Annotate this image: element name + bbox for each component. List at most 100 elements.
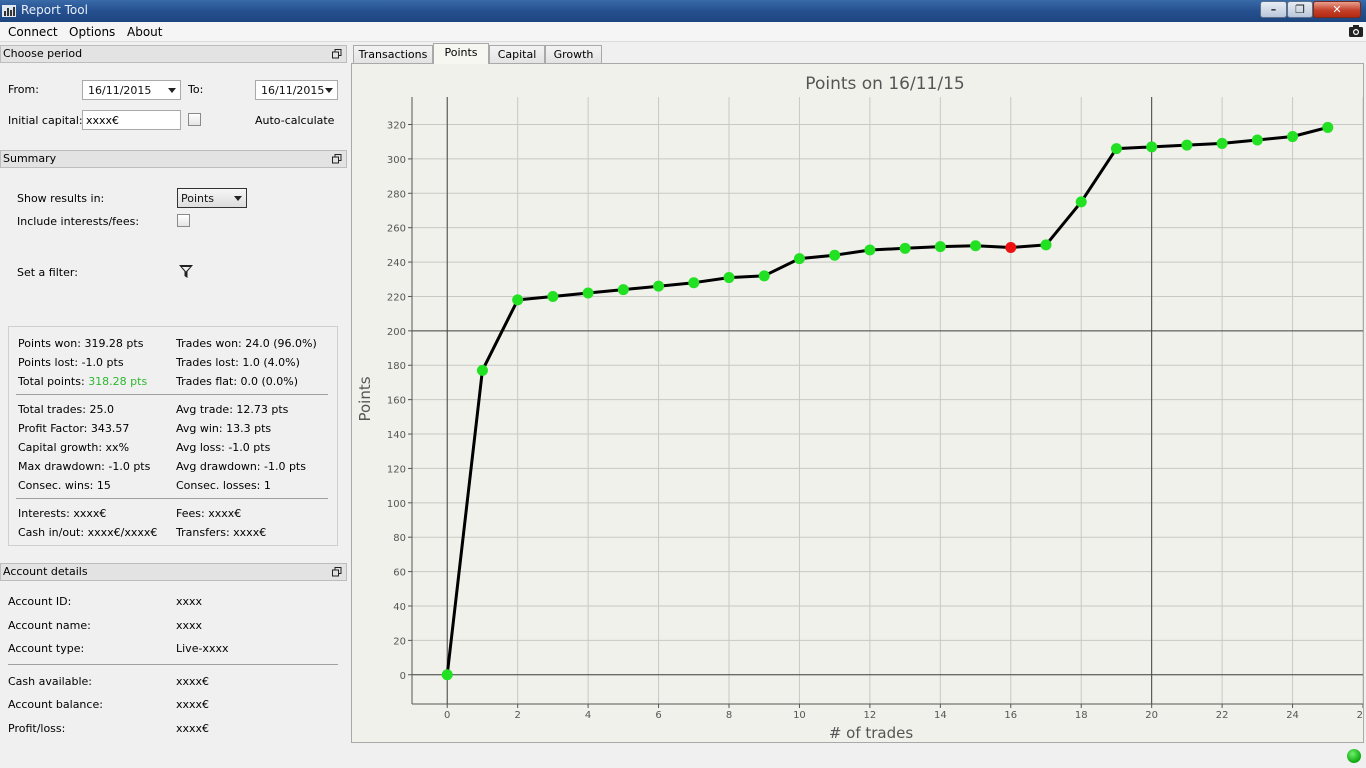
undock-icon[interactable]	[332, 567, 342, 577]
trades-lost: Trades lost: 1.0 (4.0%)	[176, 356, 300, 369]
x-tick-label: 16	[1004, 710, 1017, 721]
consec-wins: Consec. wins: 15	[18, 479, 111, 492]
y-tick-label: 20	[393, 636, 406, 647]
y-tick-label: 320	[387, 121, 406, 132]
divider	[8, 664, 338, 665]
total-points: Total points: 318.28 pts	[18, 375, 147, 388]
title-bar: Report Tool – ❐ ✕	[0, 0, 1366, 22]
tab-capital[interactable]: Capital	[489, 45, 545, 64]
menu-about[interactable]: About	[127, 25, 162, 39]
camera-icon[interactable]	[1348, 24, 1364, 38]
tab-transactions[interactable]: Transactions	[353, 45, 433, 64]
window-title: Report Tool	[21, 3, 88, 17]
cash-available-label: Cash available:	[8, 675, 92, 688]
data-point	[1040, 239, 1052, 251]
account-type-value: Live-xxxx	[176, 642, 229, 655]
data-point	[617, 284, 629, 296]
data-point	[1075, 196, 1087, 208]
include-fees-checkbox[interactable]	[177, 214, 190, 227]
account-id-label: Account ID:	[8, 595, 72, 608]
avg-trade: Avg trade: 12.73 pts	[176, 403, 289, 416]
data-point	[723, 272, 735, 284]
data-point	[1216, 137, 1228, 149]
x-tick-label: 18	[1075, 710, 1088, 721]
data-point	[512, 294, 524, 306]
initial-capital-input[interactable]	[82, 110, 181, 130]
filter-icon[interactable]	[178, 264, 194, 280]
total-points-label: Total points:	[18, 375, 85, 388]
restore-window-icon: ❐	[1295, 3, 1305, 16]
points-won: Points won: 319.28 pts	[18, 337, 144, 350]
account-id-value: xxxx	[176, 595, 203, 608]
x-tick-label: 22	[1216, 710, 1229, 721]
divider	[16, 394, 328, 395]
data-point	[934, 241, 946, 253]
menu-options[interactable]: Options	[69, 25, 115, 39]
capital-growth: Capital growth: xx%	[18, 441, 130, 454]
data-point	[653, 280, 665, 292]
undock-icon[interactable]	[332, 49, 342, 59]
y-tick-label: 40	[393, 602, 406, 613]
minimize-button[interactable]: –	[1260, 1, 1287, 18]
show-results-value: Points	[181, 192, 215, 205]
y-axis-title: Points	[356, 376, 374, 421]
data-point	[793, 253, 805, 265]
menu-bar: Connect Options About	[0, 22, 1366, 42]
y-tick-label: 160	[387, 396, 406, 407]
account-balance-label: Account balance:	[8, 698, 103, 711]
y-tick-label: 120	[387, 464, 406, 475]
fees: Fees: xxxx€	[176, 507, 242, 520]
account-details-header: Account details	[0, 563, 347, 581]
y-tick-label: 220	[387, 292, 406, 303]
x-tick-label: 20	[1145, 710, 1158, 721]
avg-loss: Avg loss: -1.0 pts	[176, 441, 271, 454]
tab-points[interactable]: Points	[433, 43, 489, 64]
show-results-select[interactable]: Points	[177, 188, 247, 208]
x-tick-label: 4	[585, 710, 591, 721]
menu-connect[interactable]: Connect	[8, 25, 58, 39]
to-label: To:	[188, 83, 204, 96]
y-tick-label: 140	[387, 430, 406, 441]
close-button[interactable]: ✕	[1313, 1, 1361, 18]
from-date-picker[interactable]: 16/11/2015	[82, 80, 181, 100]
data-point	[688, 277, 700, 289]
data-point	[1251, 134, 1263, 146]
consec-losses: Consec. losses: 1	[176, 479, 271, 492]
choose-period-header: Choose period	[0, 45, 347, 63]
x-tick-label: 6	[655, 710, 661, 721]
y-tick-label: 100	[387, 499, 406, 510]
data-point	[582, 287, 594, 299]
account-name-value: xxxx	[176, 619, 203, 632]
trades-flat: Trades flat: 0.0 (0.0%)	[176, 375, 299, 388]
x-tick-label: 0	[444, 710, 450, 721]
max-drawdown: Max drawdown: -1.0 pts	[18, 460, 151, 473]
choose-period-title: Choose period	[3, 47, 83, 60]
x-axis-title: # of trades	[829, 724, 914, 742]
account-details-title: Account details	[3, 565, 88, 578]
x-tick-label: 8	[726, 710, 732, 721]
chart-app-icon	[2, 5, 16, 17]
points-series-line	[445, 125, 1329, 675]
minimize-icon: –	[1270, 3, 1277, 16]
data-point	[1005, 241, 1017, 253]
account-balance-value: xxxx€	[176, 698, 210, 711]
show-results-label: Show results in:	[17, 192, 105, 205]
to-date-value: 16/11/2015	[261, 84, 325, 97]
auto-calculate-label: Auto-calculate	[255, 114, 335, 127]
filter-label: Set a filter:	[17, 266, 78, 279]
y-tick-label: 60	[393, 568, 406, 579]
data-point	[899, 242, 911, 254]
y-tick-label: 300	[387, 155, 406, 166]
auto-calculate-checkbox[interactable]	[188, 113, 201, 126]
to-date-picker[interactable]: 16/11/2015	[255, 80, 338, 100]
tab-growth[interactable]: Growth	[545, 45, 602, 64]
from-label: From:	[8, 83, 39, 96]
cash-available-value: xxxx€	[176, 675, 210, 688]
maximize-button[interactable]: ❐	[1287, 1, 1313, 18]
divider	[16, 498, 328, 499]
y-tick-label: 280	[387, 189, 406, 200]
chart-panel: 0246810121416182022242602040608010012014…	[351, 63, 1364, 743]
undock-icon[interactable]	[332, 154, 342, 164]
x-tick-label: 2	[514, 710, 520, 721]
avg-drawdown: Avg drawdown: -1.0 pts	[176, 460, 306, 473]
